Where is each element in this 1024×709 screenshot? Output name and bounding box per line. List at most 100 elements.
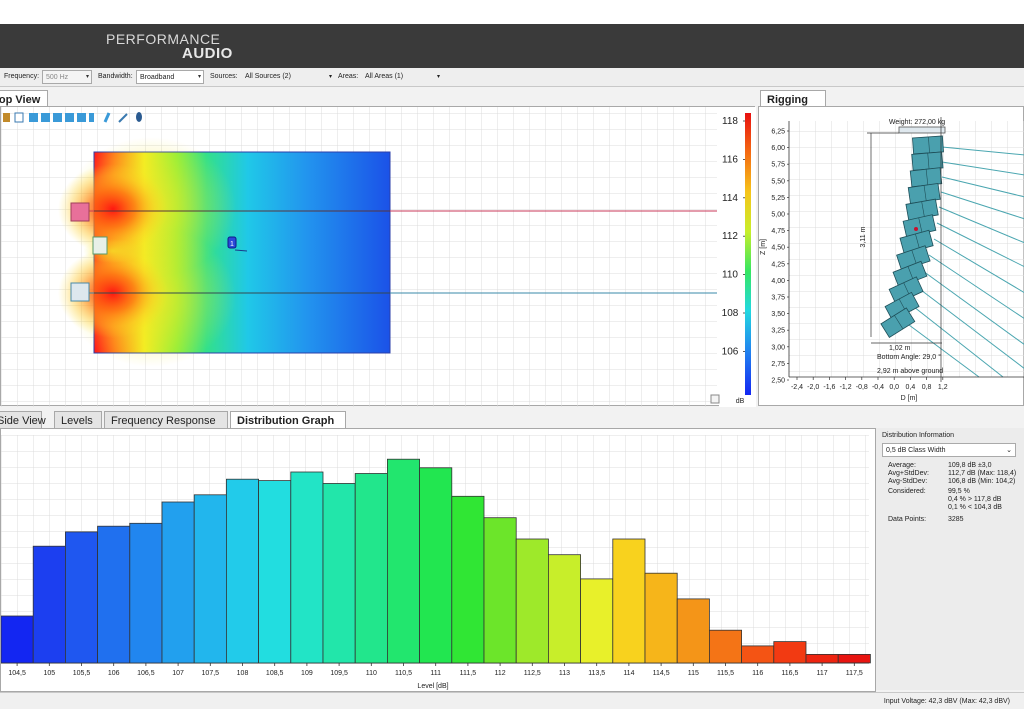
x-tick-label: 105 [43, 670, 55, 677]
x-tick-label: 114,5 [653, 670, 670, 677]
zoom-icon[interactable] [14, 112, 24, 123]
stat-label: Considered: [888, 488, 926, 495]
x-tick-label: 106,5 [137, 670, 155, 677]
z-tick-label: 5,25 [771, 195, 785, 202]
layout-icon[interactable] [29, 113, 38, 122]
x-tick-label: 109 [301, 670, 313, 677]
histogram-bar [258, 480, 292, 664]
stat-value: 106,8 dB (Min: 104,2) [948, 478, 1016, 485]
x-tick-label: 111 [430, 670, 441, 677]
colorbar-tick-label: 114 [722, 193, 738, 204]
z-tick-label: 4,25 [771, 261, 785, 268]
shape-icon[interactable] [77, 113, 86, 122]
z-tick-label: 3,50 [771, 311, 785, 318]
histogram-bar [290, 471, 324, 664]
areas-select[interactable]: All Areas (1) ▾ [362, 70, 442, 84]
histogram-bar [419, 467, 453, 664]
chevron-down-icon: ▾ [197, 74, 201, 80]
class-width-value: 0,5 dB Class Width [886, 447, 946, 454]
shape-icon[interactable] [89, 113, 94, 122]
colorbar-unit: dB [736, 398, 745, 405]
sources-label: Sources: [210, 73, 238, 80]
stat-value: 109,8 dB ±3,0 [948, 462, 992, 469]
x-tick-label: 111,5 [460, 670, 477, 677]
frequency-value: 500 Hz [46, 74, 69, 81]
z-axis-ticks: 6,25 6,00 5,75 5,50 5,25 5,00 4,75 4,50 4,25 4,00… [771, 129, 789, 385]
histogram-bar [773, 641, 807, 664]
frequency-select[interactable]: 500 Hz ▾ [42, 70, 92, 84]
shape-icon[interactable] [53, 113, 62, 122]
colorbar-tick-label: 118 [722, 116, 738, 127]
tab-distribution-graph[interactable]: Distribution Graph [230, 411, 346, 428]
stat-value: 99,5 % [948, 488, 970, 495]
d-tick-label: -0,4 [872, 384, 884, 391]
tab-rigging[interactable]: Rigging [760, 90, 826, 107]
distribution-histogram: 104,5 105 105,5 106 106,5 107 107,5 108 108,5 109… [0, 435, 871, 690]
resize-grip-icon[interactable] [710, 394, 720, 404]
stat-label: Avg-StdDev: [888, 478, 928, 485]
tab-side-view[interactable]: Side View [0, 411, 46, 428]
d-tick-label: -1,2 [840, 384, 852, 391]
histogram-bar [676, 598, 710, 664]
chevron-down-icon: ▾ [436, 74, 440, 80]
x-tick-label: 108 [237, 670, 249, 677]
histogram-x-ticks: 104,5 105 105,5 106 106,5 107 107,5 108 108,5 109… [8, 663, 863, 677]
d-tick-label: -2,0 [807, 384, 819, 391]
x-tick-label: 113,5 [588, 670, 605, 677]
stat-label: Data Points: [888, 516, 927, 523]
height-dimension: 3,11 m [860, 226, 867, 247]
colorbar [745, 113, 751, 395]
x-axis-label: Level [dB] [417, 683, 448, 690]
z-tick-label: 3,75 [771, 295, 785, 302]
z-tick-label: 5,50 [771, 178, 785, 185]
distribution-info-panel: Distribution Information 0,5 dB Class Wi… [876, 428, 1024, 690]
areas-label: Areas: [338, 73, 359, 80]
histogram-bar [193, 494, 227, 664]
z-tick-label: 6,00 [771, 145, 785, 152]
speaker-source-1[interactable] [70, 202, 90, 222]
tab-frequency-response[interactable]: Frequency Response [104, 411, 228, 428]
d-tick-label: -0,8 [856, 384, 868, 391]
histogram-bar [0, 615, 34, 664]
subwoofer-source[interactable] [92, 236, 108, 255]
z-tick-label: 5,75 [771, 162, 785, 169]
center-of-gravity-marker [914, 227, 918, 231]
class-width-select[interactable]: 0,5 dB Class Width ⌄ [882, 443, 1016, 457]
source-icon[interactable] [136, 112, 142, 122]
shape-icon[interactable] [41, 113, 50, 122]
top-view-panel: 1 118 116 114 112 110 108 106 dB [0, 106, 756, 407]
pan-icon[interactable] [3, 113, 10, 122]
marker-label: 1 [230, 241, 234, 248]
x-tick-label: 104,5 [8, 670, 26, 677]
frequency-label: Frequency: [4, 73, 40, 80]
histogram-bar [483, 517, 517, 664]
distribution-graph-panel: 104,5 105 105,5 106 106,5 107 107,5 108 108,5 109… [0, 428, 876, 692]
chevron-down-icon: ▾ [328, 74, 332, 80]
x-tick-label: 115 [688, 670, 699, 677]
bandwidth-select[interactable]: Broadband ▾ [136, 70, 204, 84]
tab-levels[interactable]: Levels [54, 411, 102, 428]
tab-top-view[interactable]: Top View [0, 90, 48, 107]
x-tick-label: 116 [752, 670, 763, 677]
sources-value: All Sources (2) [245, 73, 291, 80]
areas-value: All Areas (1) [365, 73, 404, 80]
stat-value: 3285 [948, 516, 964, 523]
bottom-angle-label: Bottom Angle: 29,0 ° [877, 353, 941, 361]
d-tick-label: 0,0 [889, 384, 899, 391]
histogram-bar [129, 522, 163, 664]
z-tick-label: 2,50 [771, 378, 785, 385]
distribution-info-title: Distribution Information [882, 432, 954, 439]
top-view-plot: 1 118 116 114 112 110 108 106 dB [1, 107, 756, 407]
z-tick-label: 3,25 [771, 328, 785, 335]
histogram-bar [322, 483, 356, 664]
shape-icon[interactable] [65, 113, 74, 122]
histogram-bar [709, 629, 743, 664]
z-tick-label: 4,75 [771, 228, 785, 235]
sources-select[interactable]: All Sources (2) ▾ [242, 70, 334, 84]
colorbar-tick-label: 108 [722, 308, 739, 319]
stat-value: 112,7 dB (Max: 118,4) [948, 470, 1017, 477]
width-dimension: 1,02 m [889, 345, 911, 352]
speaker-source-2[interactable] [70, 282, 90, 302]
histogram-bar [386, 458, 420, 664]
rigging-frame [898, 126, 946, 134]
